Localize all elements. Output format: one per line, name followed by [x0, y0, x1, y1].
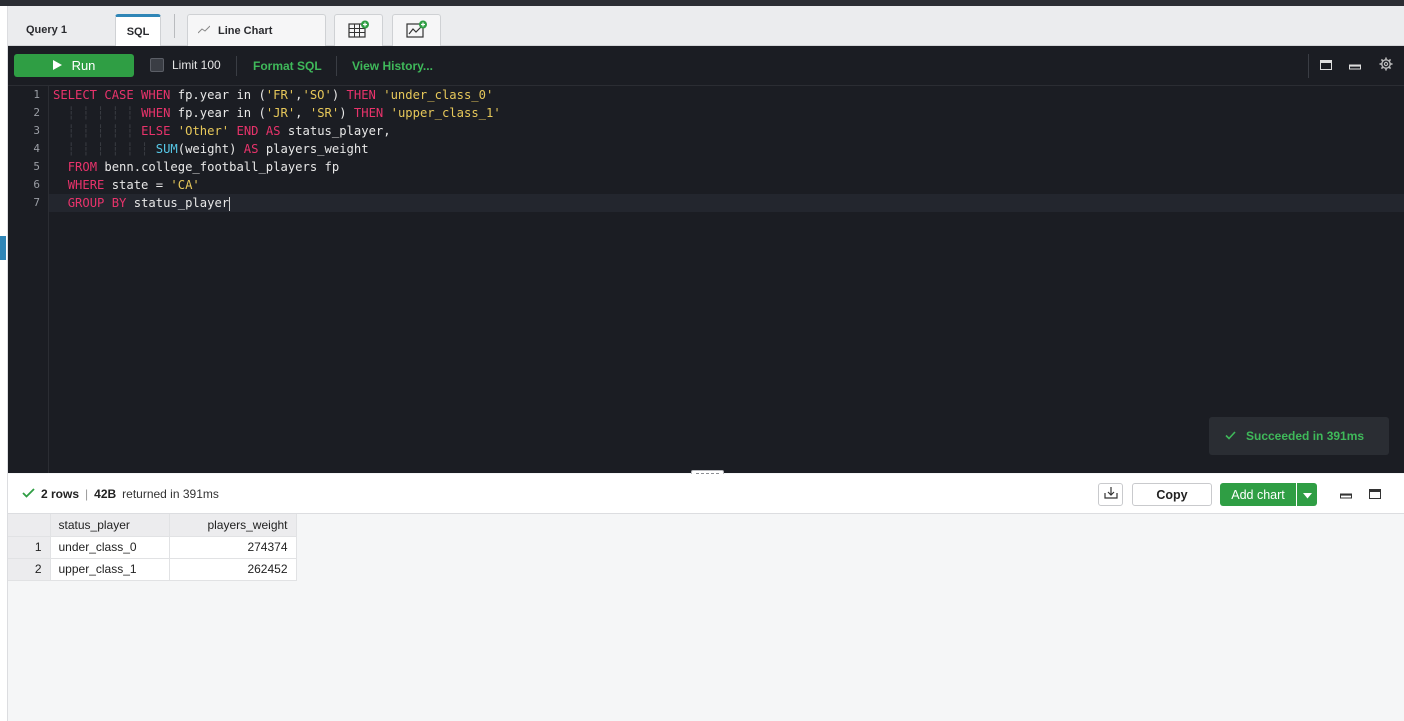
limit-label: Limit 100: [172, 58, 221, 72]
window-icon: [1369, 486, 1381, 504]
text-cursor: [229, 196, 231, 211]
maximize-editor-button[interactable]: [1318, 58, 1334, 74]
limit-toggle[interactable]: Limit 100: [150, 58, 221, 72]
minimize-icon: [1340, 486, 1352, 504]
line-number: 6: [33, 178, 40, 191]
tab-line-chart[interactable]: Line Chart: [187, 14, 326, 46]
toolbar-divider: [1308, 54, 1309, 78]
chart-plus-icon: [405, 20, 428, 41]
results-table: status_player players_weight 1 under_cla…: [8, 514, 297, 581]
format-sql-button[interactable]: Format SQL: [253, 59, 322, 73]
table-cell[interactable]: 262452: [169, 558, 297, 581]
line-number: 4: [33, 142, 40, 155]
table-row: 1 under_class_0 274374: [8, 536, 297, 559]
add-chart-dropdown[interactable]: [1297, 483, 1317, 506]
minimize-icon: [1349, 57, 1361, 75]
check-icon: [22, 487, 35, 501]
maximize-results-button[interactable]: [1368, 488, 1382, 502]
toolbar-divider: [336, 56, 337, 76]
table-cell[interactable]: upper_class_1: [50, 558, 170, 581]
download-icon: [1103, 486, 1118, 504]
line-number-gutter: 1 2 3 4 5 6 7: [8, 86, 49, 473]
table-plus-icon: [347, 20, 370, 41]
tab-separator: [174, 14, 175, 38]
code-line: ┆ ┆ ┆ ┆ ┆ ┆ SUM(weight) AS players_weigh…: [53, 142, 369, 156]
line-number: 2: [33, 106, 40, 119]
table-cell[interactable]: under_class_0: [50, 536, 170, 559]
copy-button[interactable]: Copy: [1132, 483, 1212, 506]
results-status: 2 rows | 42B returned in 391ms: [22, 487, 219, 501]
line-number: 3: [33, 124, 40, 137]
row-index-header: [8, 514, 51, 537]
sql-code-area[interactable]: SELECT CASE WHEN fp.year in ('FR','SO') …: [53, 86, 1403, 473]
run-button[interactable]: Run: [14, 54, 134, 77]
play-icon: [52, 58, 62, 73]
code-line: WHERE state = 'CA': [67, 178, 200, 192]
success-toast: Succeeded in 391ms: [1209, 417, 1389, 455]
results-toolbar: 2 rows | 42B returned in 391ms Copy Add …: [8, 474, 1404, 514]
code-line: GROUP BY status_player: [67, 196, 231, 211]
row-index: 1: [8, 536, 51, 559]
caret-down-icon: [1302, 486, 1312, 504]
code-line: ┆ ┆ ┆ ┆ ┆ ELSE 'Other' END AS status_pla…: [53, 124, 391, 138]
tab-line-chart-label: Line Chart: [218, 24, 273, 37]
code-line: ┆ ┆ ┆ ┆ ┆ WHEN fp.year in ('JR', 'SR') T…: [53, 106, 501, 120]
add-chart-button[interactable]: Add chart: [1220, 483, 1296, 506]
result-size: 42B: [94, 487, 117, 501]
left-strip: [0, 6, 8, 721]
add-chart-tab-button[interactable]: [392, 14, 441, 46]
code-line: SELECT CASE WHEN fp.year in ('FR','SO') …: [53, 88, 494, 102]
line-number: 1: [33, 88, 40, 101]
column-header-players-weight[interactable]: players_weight: [169, 514, 297, 537]
toolbar-divider: [236, 56, 237, 76]
row-index: 2: [8, 558, 51, 581]
run-button-label: Run: [71, 58, 96, 73]
minimize-results-button[interactable]: [1339, 488, 1353, 502]
tab-bar: Query 1 SQL Line Chart: [8, 6, 1404, 46]
tab-sql[interactable]: SQL: [115, 14, 161, 46]
download-button[interactable]: [1098, 483, 1123, 506]
check-icon: [1225, 429, 1236, 443]
left-panel-handle[interactable]: [0, 236, 6, 260]
table-row: 2 upper_class_1 262452: [8, 558, 297, 581]
column-header-status-player[interactable]: status_player: [50, 514, 170, 537]
window-icon: [1320, 57, 1332, 75]
view-history-link[interactable]: View History...: [352, 59, 433, 73]
row-count: 2 rows: [41, 487, 80, 501]
line-number: 7: [33, 196, 40, 209]
returned-time: returned in 391ms: [122, 487, 219, 501]
status-separator: |: [85, 487, 89, 501]
sql-editor-panel: Run Limit 100 Format SQL View History...: [8, 46, 1404, 473]
code-line: FROM benn.college_football_players fp: [67, 160, 340, 174]
editor-toolbar: Run Limit 100 Format SQL View History...: [8, 46, 1404, 86]
gear-icon: [1379, 57, 1393, 76]
toast-text: Succeeded in 391ms: [1246, 429, 1365, 443]
add-table-button[interactable]: [334, 14, 383, 46]
limit-checkbox[interactable]: [150, 58, 164, 72]
tab-query-title[interactable]: Query 1: [26, 14, 106, 46]
minimize-editor-button[interactable]: [1347, 58, 1363, 74]
line-chart-icon: [197, 24, 211, 37]
line-number: 5: [33, 160, 40, 173]
settings-button[interactable]: [1378, 57, 1394, 76]
table-header-row: status_player players_weight: [8, 514, 297, 537]
table-cell[interactable]: 274374: [169, 536, 297, 559]
